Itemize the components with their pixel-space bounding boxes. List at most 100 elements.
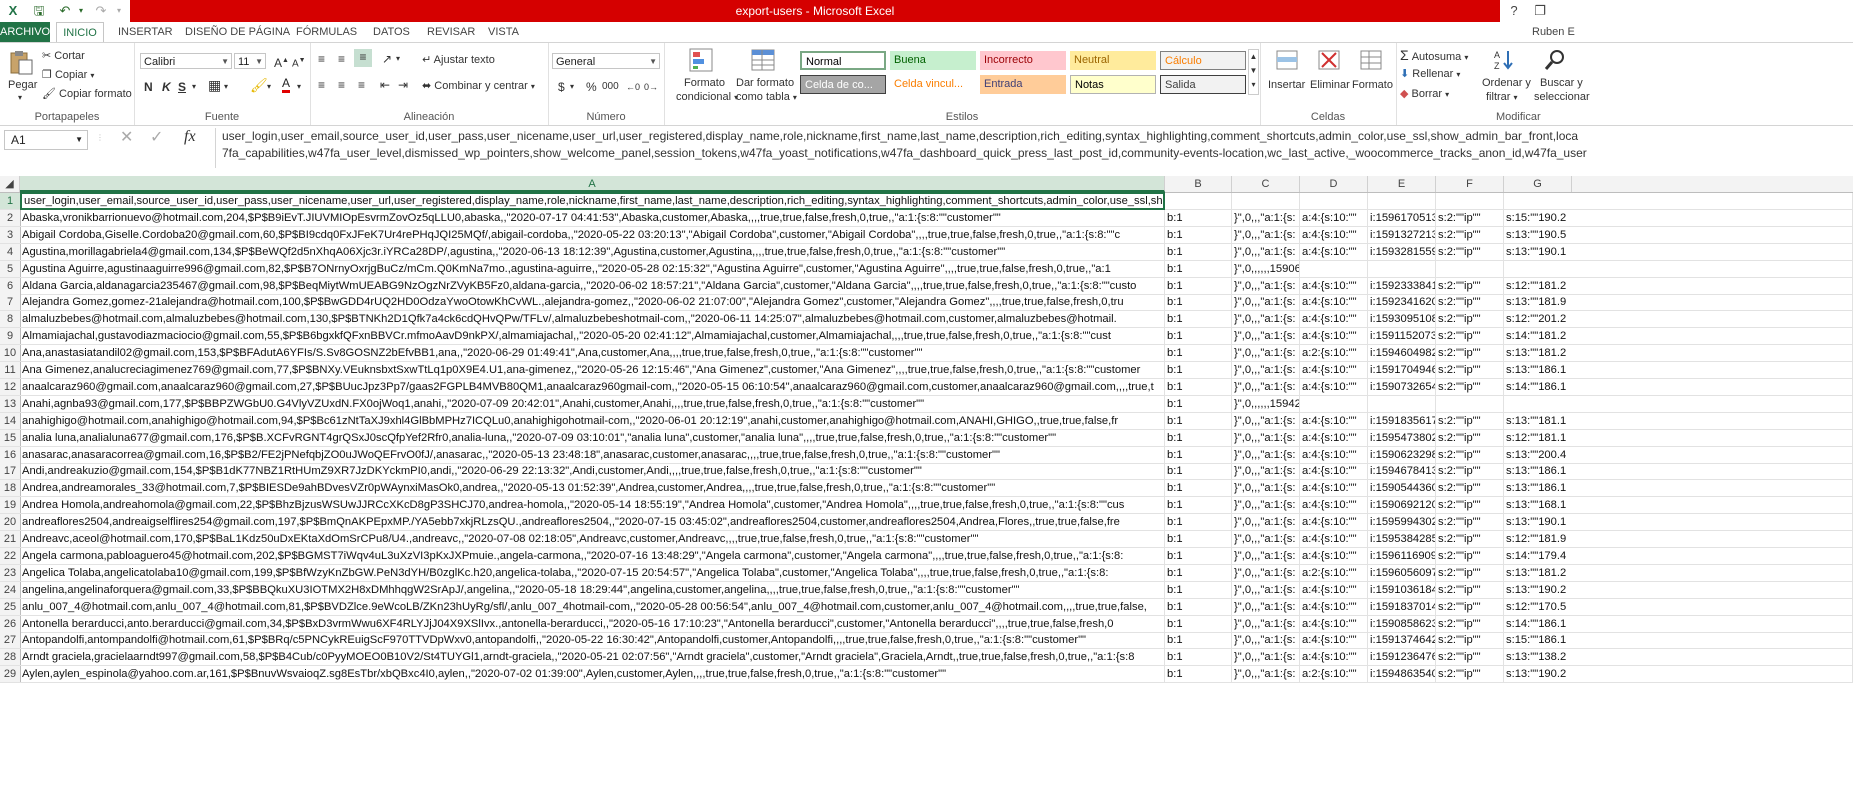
cell-g[interactable]: s:15:""186.1 <box>1504 632 1853 649</box>
cell-a[interactable]: Angela carmona,pabloaguero45@hotmail.com… <box>20 547 1165 564</box>
cell-b[interactable]: b:1 <box>1165 328 1232 345</box>
cell-e[interactable]: i:1591152073 <box>1368 328 1436 345</box>
row-header[interactable]: 13 <box>0 395 21 412</box>
insert-function-icon[interactable]: fx <box>184 129 196 145</box>
cell-d[interactable]: a:4:{s:10:"" <box>1300 209 1368 226</box>
cell-b[interactable]: b:1 <box>1165 531 1232 547</box>
thousands-button[interactable]: 000 <box>602 79 619 95</box>
cell-a[interactable]: Arndt graciela,gracielaarndt997@gmail.co… <box>20 649 1165 666</box>
wrap-text-button[interactable]: ↵ Ajustar texto <box>422 53 495 66</box>
cell-e[interactable]: i:1591374642 <box>1368 632 1436 649</box>
cell-c[interactable]: }",0,,,"a:1:{s: <box>1232 649 1300 666</box>
borders-dropdown-icon[interactable]: ▾ <box>224 79 228 95</box>
cell-d[interactable]: a:4:{s:10:"" <box>1300 514 1368 531</box>
cell-a[interactable]: analia luna,analialuna677@gmail.com,176,… <box>20 429 1165 446</box>
cell-a[interactable]: Abaska,vronikbarrionuevo@hotmail.com,204… <box>20 209 1165 226</box>
cell-e[interactable]: i:1592333841 <box>1368 277 1436 294</box>
cell-c[interactable]: }",0,,,"a:1:{s: <box>1232 480 1300 497</box>
bold-button[interactable]: N <box>144 79 153 95</box>
font-color-dropdown-icon[interactable]: ▾ <box>297 79 301 95</box>
cell-a[interactable]: anaalcaraz960@gmail.com,anaalcaraz960@gm… <box>20 378 1165 395</box>
row-header[interactable]: 8 <box>0 311 21 328</box>
cell-a[interactable]: Aldana Garcia,aldanagarcia235467@gmail.c… <box>20 277 1165 294</box>
align-middle-icon[interactable]: ≡ <box>338 51 345 67</box>
conditional-format-label-2[interactable]: condicional ▾ <box>676 91 738 103</box>
row-header[interactable]: 20 <box>0 514 21 531</box>
cell-b[interactable]: b:1 <box>1165 480 1232 497</box>
cell-e[interactable]: i:1595994302 <box>1368 514 1436 531</box>
cell-a[interactable]: Andi,andreakuzio@gmail.com,154,$P$B1dK77… <box>20 463 1165 480</box>
align-bottom-icon[interactable]: ≡ <box>354 49 372 67</box>
cell-b[interactable]: b:1 <box>1165 412 1232 429</box>
cell-g[interactable]: s:12:""201.2 <box>1504 311 1853 328</box>
cell-f[interactable] <box>1436 260 1504 277</box>
cell-b[interactable]: b:1 <box>1165 226 1232 243</box>
align-right-icon[interactable]: ≡ <box>358 77 365 93</box>
cell-d[interactable]: a:4:{s:10:"" <box>1300 463 1368 480</box>
row-header[interactable]: 27 <box>0 632 21 649</box>
align-left-icon[interactable]: ≡ <box>318 77 325 93</box>
cell-f[interactable]: s:2:""ip"" <box>1436 412 1504 429</box>
cell-g[interactable]: s:12:""181.9 <box>1504 531 1853 547</box>
cell-b[interactable] <box>1165 193 1232 209</box>
cell-d[interactable]: a:4:{s:10:"" <box>1300 615 1368 632</box>
column-header-b[interactable]: B <box>1165 176 1232 192</box>
cell-c[interactable]: }",0,,,"a:1:{s: <box>1232 666 1300 683</box>
cell-f[interactable]: s:2:""ip"" <box>1436 345 1504 362</box>
cell-d[interactable]: a:4:{s:10:"" <box>1300 547 1368 564</box>
cell-c[interactable]: }",0,,,"a:1:{s: <box>1232 632 1300 649</box>
cell-c[interactable]: }",0,,,"a:1:{s: <box>1232 547 1300 564</box>
cell-d[interactable]: a:4:{s:10:"" <box>1300 480 1368 497</box>
row-header[interactable]: 14 <box>0 412 21 429</box>
cell-a[interactable]: Angelica Tolaba,angelicatolaba10@gmail.c… <box>20 564 1165 581</box>
cell-c[interactable]: }",0,,,"a:1:{s: <box>1232 362 1300 378</box>
row-header[interactable]: 9 <box>0 328 21 345</box>
row-header[interactable]: 4 <box>0 243 21 260</box>
format-painter-button[interactable]: 🖌 Copiar formato <box>42 87 132 100</box>
cell-f[interactable]: s:2:""ip"" <box>1436 615 1504 632</box>
cell-g[interactable]: s:13:""200.4 <box>1504 446 1853 463</box>
format-cells-icon[interactable] <box>1358 47 1384 73</box>
cell-e[interactable]: i:1591835617 <box>1368 412 1436 429</box>
insert-cells-label[interactable]: Insertar <box>1268 79 1305 91</box>
italic-button[interactable]: K <box>162 79 171 95</box>
cell-f[interactable]: s:2:""ip"" <box>1436 649 1504 666</box>
cell-d[interactable]: a:4:{s:10:"" <box>1300 277 1368 294</box>
cell-c[interactable]: }",0,,,"a:1:{s: <box>1232 463 1300 480</box>
cell-a[interactable]: Andrea Homola,andreahomola@gmail.com,22,… <box>20 497 1165 514</box>
cell-b[interactable]: b:1 <box>1165 666 1232 683</box>
restore-icon[interactable]: ❐ <box>1528 0 1552 22</box>
underline-button[interactable]: S <box>178 79 186 95</box>
cell-e[interactable] <box>1368 395 1436 412</box>
tab-insertar[interactable]: INSERTAR <box>118 22 173 42</box>
cell-d[interactable]: a:4:{s:10:"" <box>1300 294 1368 311</box>
cell-f[interactable]: s:2:""ip"" <box>1436 362 1504 378</box>
cell-f[interactable]: s:2:""ip"" <box>1436 480 1504 497</box>
name-box[interactable]: A1 ▼ <box>4 130 88 150</box>
row-header[interactable]: 3 <box>0 226 21 243</box>
cell-g[interactable] <box>1504 260 1853 277</box>
cell-f[interactable]: s:2:""ip"" <box>1436 378 1504 395</box>
row-header[interactable]: 17 <box>0 463 21 480</box>
style-calculo[interactable]: Cálculo <box>1160 51 1246 70</box>
paste-icon[interactable] <box>8 49 34 75</box>
cell-c[interactable] <box>1232 193 1300 209</box>
cell-c[interactable]: }",0,,,"a:1:{s: <box>1232 429 1300 446</box>
autosum-button[interactable]: Σ Autosuma ▾ <box>1400 47 1468 63</box>
cell-d[interactable]: a:4:{s:10:"" <box>1300 632 1368 649</box>
cell-d[interactable]: a:4:{s:10:"" <box>1300 412 1368 429</box>
row-header[interactable]: 29 <box>0 666 21 683</box>
cell-f[interactable]: s:2:""ip"" <box>1436 429 1504 446</box>
column-header-c[interactable]: C <box>1232 176 1300 192</box>
cell-e[interactable]: i:1596170513 <box>1368 209 1436 226</box>
cell-b[interactable]: b:1 <box>1165 311 1232 328</box>
cell-f[interactable]: s:2:""ip"" <box>1436 209 1504 226</box>
cell-f[interactable]: s:2:""ip"" <box>1436 632 1504 649</box>
conditional-format-icon[interactable] <box>688 47 714 73</box>
cell-d[interactable]: a:4:{s:10:"" <box>1300 378 1368 395</box>
tab-inicio[interactable]: INICIO <box>56 22 104 43</box>
cell-b[interactable]: b:1 <box>1165 564 1232 581</box>
cell-e[interactable]: i:1590858623 <box>1368 615 1436 632</box>
tab-vista[interactable]: VISTA <box>488 22 519 42</box>
row-header[interactable]: 15 <box>0 429 21 446</box>
